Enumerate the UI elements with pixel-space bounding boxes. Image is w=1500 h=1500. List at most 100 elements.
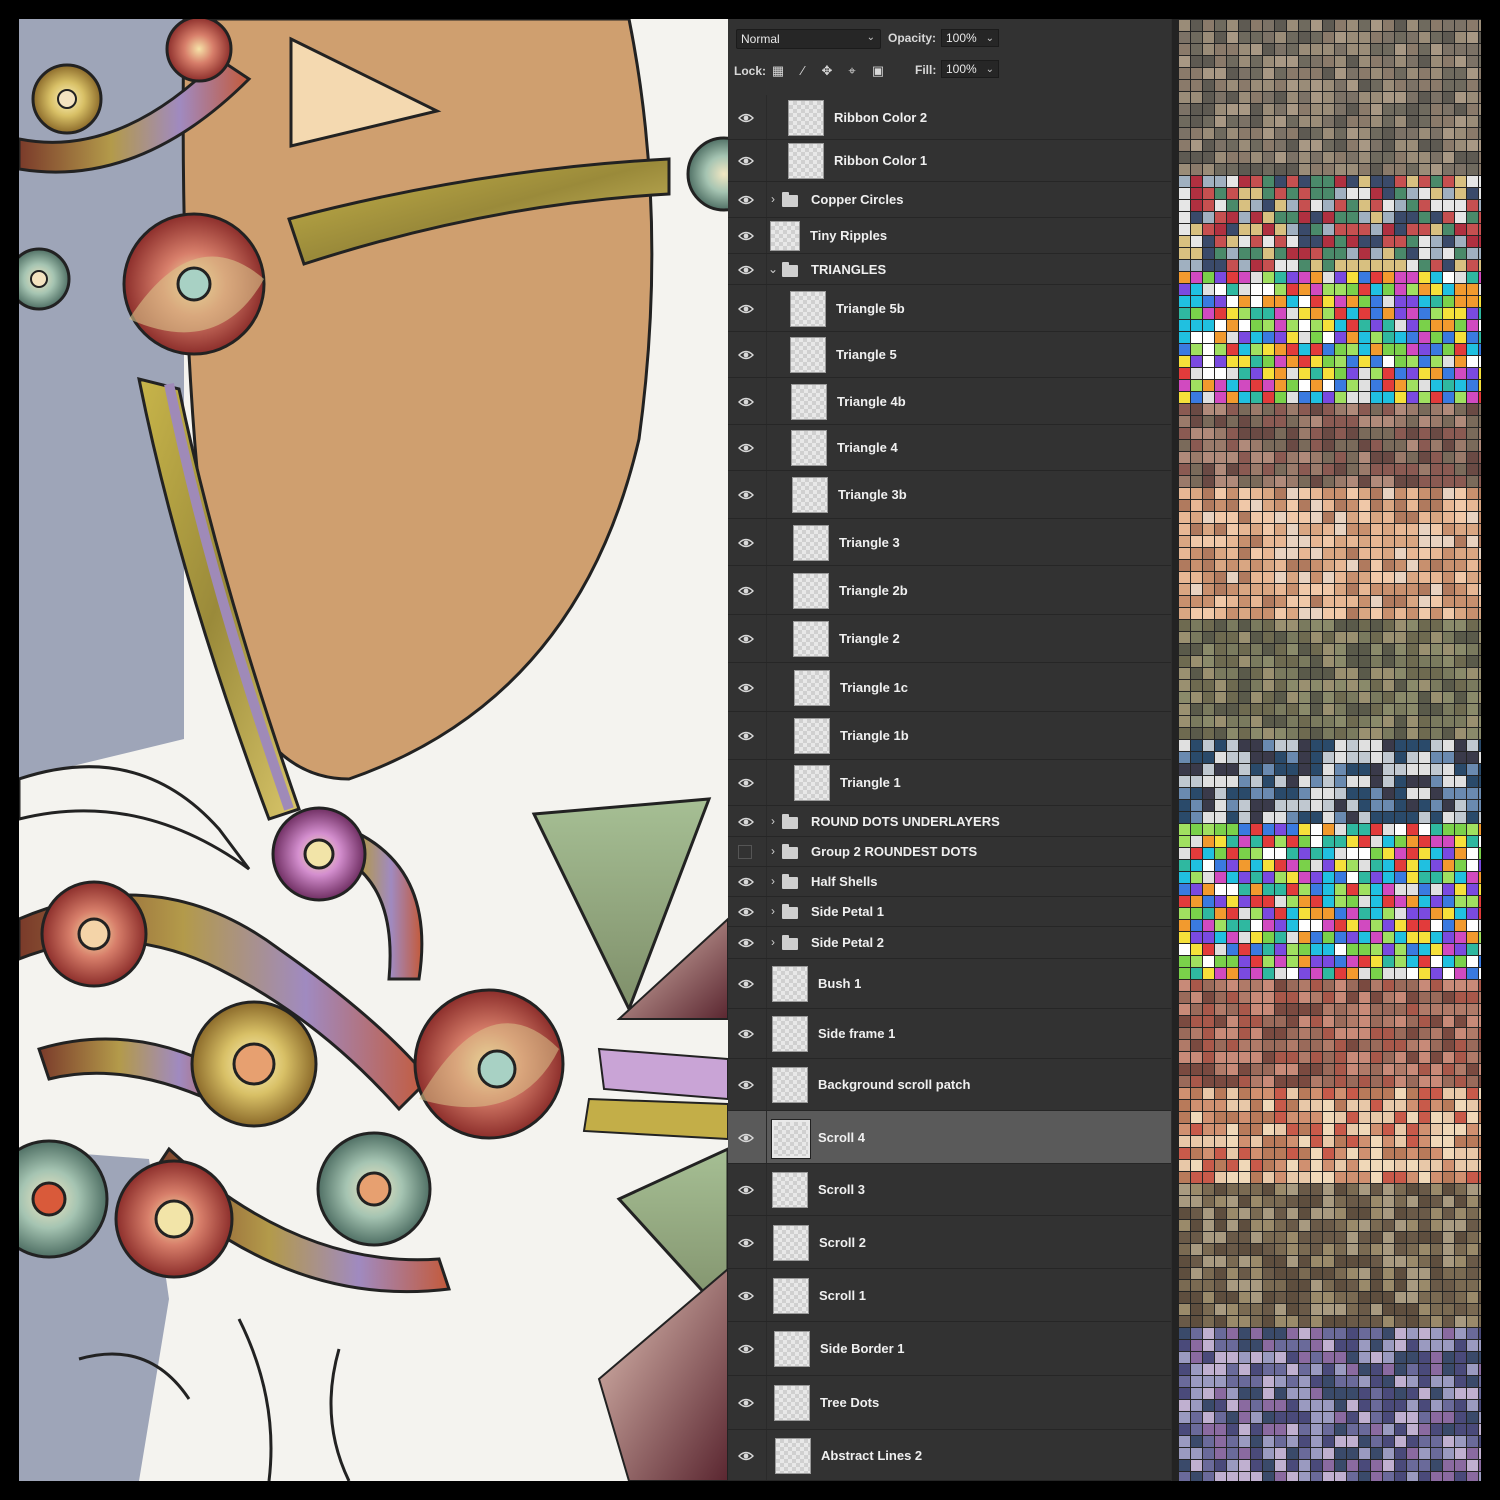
color-swatch[interactable] — [1263, 1316, 1274, 1327]
color-swatch[interactable] — [1311, 116, 1322, 127]
color-swatch[interactable] — [1275, 1340, 1286, 1351]
color-swatch[interactable] — [1203, 908, 1214, 919]
color-swatch[interactable] — [1419, 176, 1430, 187]
color-swatch[interactable] — [1335, 584, 1346, 595]
color-swatch[interactable] — [1263, 440, 1274, 451]
color-swatch[interactable] — [1467, 176, 1478, 187]
color-swatch[interactable] — [1455, 296, 1466, 307]
color-swatch[interactable] — [1359, 788, 1370, 799]
color-swatch[interactable] — [1443, 596, 1454, 607]
color-swatch[interactable] — [1407, 1028, 1418, 1039]
color-swatch[interactable] — [1311, 764, 1322, 775]
color-swatch[interactable] — [1419, 356, 1430, 367]
color-swatch[interactable] — [1467, 20, 1478, 31]
color-swatch[interactable] — [1347, 1052, 1358, 1063]
color-swatch[interactable] — [1479, 1148, 1481, 1159]
color-swatch[interactable] — [1371, 560, 1382, 571]
color-swatch[interactable] — [1395, 356, 1406, 367]
color-swatch[interactable] — [1359, 680, 1370, 691]
color-swatch[interactable] — [1395, 872, 1406, 883]
color-swatch[interactable] — [1335, 380, 1346, 391]
color-swatch[interactable] — [1251, 1220, 1262, 1231]
color-swatch[interactable] — [1179, 1400, 1190, 1411]
color-swatch[interactable] — [1311, 1472, 1322, 1481]
color-swatch[interactable] — [1371, 296, 1382, 307]
color-swatch[interactable] — [1347, 584, 1358, 595]
color-swatch[interactable] — [1323, 932, 1334, 943]
color-swatch[interactable] — [1335, 140, 1346, 151]
color-swatch[interactable] — [1419, 1112, 1430, 1123]
eye-icon[interactable] — [738, 876, 754, 888]
color-swatch[interactable] — [1431, 1376, 1442, 1387]
color-swatch[interactable] — [1419, 800, 1430, 811]
color-swatch[interactable] — [1407, 380, 1418, 391]
color-swatch[interactable] — [1419, 284, 1430, 295]
color-swatch[interactable] — [1179, 1136, 1190, 1147]
color-swatch[interactable] — [1299, 1328, 1310, 1339]
color-swatch[interactable] — [1443, 620, 1454, 631]
color-swatch[interactable] — [1443, 1064, 1454, 1075]
color-swatch[interactable] — [1311, 224, 1322, 235]
color-swatch[interactable] — [1191, 848, 1202, 859]
color-swatch[interactable] — [1311, 56, 1322, 67]
color-swatch[interactable] — [1275, 1208, 1286, 1219]
color-swatch[interactable] — [1407, 944, 1418, 955]
color-swatch[interactable] — [1419, 776, 1430, 787]
color-swatch[interactable] — [1239, 944, 1250, 955]
color-swatch[interactable] — [1371, 848, 1382, 859]
color-swatch[interactable] — [1323, 608, 1334, 619]
color-swatch[interactable] — [1479, 1436, 1481, 1447]
color-swatch[interactable] — [1383, 512, 1394, 523]
color-swatch[interactable] — [1227, 392, 1238, 403]
color-swatch[interactable] — [1395, 188, 1406, 199]
color-swatch[interactable] — [1335, 1220, 1346, 1231]
color-swatch[interactable] — [1263, 1100, 1274, 1111]
color-swatch[interactable] — [1179, 1112, 1190, 1123]
color-swatch[interactable] — [1311, 80, 1322, 91]
color-swatch[interactable] — [1431, 476, 1442, 487]
color-swatch[interactable] — [1215, 284, 1226, 295]
color-swatch[interactable] — [1395, 704, 1406, 715]
color-swatch[interactable] — [1311, 392, 1322, 403]
color-swatch[interactable] — [1179, 1088, 1190, 1099]
color-swatch[interactable] — [1443, 440, 1454, 451]
color-swatch[interactable] — [1263, 44, 1274, 55]
color-swatch[interactable] — [1371, 1448, 1382, 1459]
color-swatch[interactable] — [1191, 1424, 1202, 1435]
color-swatch[interactable] — [1443, 272, 1454, 283]
color-swatch[interactable] — [1431, 1040, 1442, 1051]
color-swatch[interactable] — [1227, 1268, 1238, 1279]
color-swatch[interactable] — [1227, 1040, 1238, 1051]
color-swatch[interactable] — [1299, 272, 1310, 283]
color-swatch[interactable] — [1443, 1088, 1454, 1099]
color-swatch[interactable] — [1335, 524, 1346, 535]
color-swatch[interactable] — [1419, 1316, 1430, 1327]
color-swatch[interactable] — [1299, 1316, 1310, 1327]
color-swatch[interactable] — [1239, 884, 1250, 895]
color-swatch[interactable] — [1455, 992, 1466, 1003]
color-swatch[interactable] — [1227, 1088, 1238, 1099]
color-swatch[interactable] — [1251, 212, 1262, 223]
color-swatch[interactable] — [1431, 536, 1442, 547]
color-swatch[interactable] — [1203, 1304, 1214, 1315]
color-swatch[interactable] — [1239, 1124, 1250, 1135]
color-swatch[interactable] — [1347, 980, 1358, 991]
color-swatch[interactable] — [1239, 44, 1250, 55]
color-swatch[interactable] — [1371, 644, 1382, 655]
color-swatch[interactable] — [1203, 500, 1214, 511]
color-swatch[interactable] — [1275, 716, 1286, 727]
color-swatch[interactable] — [1239, 1016, 1250, 1027]
color-swatch[interactable] — [1347, 92, 1358, 103]
color-swatch[interactable] — [1395, 500, 1406, 511]
color-swatch[interactable] — [1179, 68, 1190, 79]
color-swatch[interactable] — [1479, 692, 1481, 703]
color-swatch[interactable] — [1275, 392, 1286, 403]
color-swatch[interactable] — [1479, 44, 1481, 55]
color-swatch[interactable] — [1299, 1364, 1310, 1375]
color-swatch[interactable] — [1179, 92, 1190, 103]
color-swatch[interactable] — [1359, 212, 1370, 223]
color-swatch[interactable] — [1227, 968, 1238, 979]
color-swatch[interactable] — [1275, 584, 1286, 595]
color-swatch[interactable] — [1263, 188, 1274, 199]
color-swatch[interactable] — [1383, 548, 1394, 559]
